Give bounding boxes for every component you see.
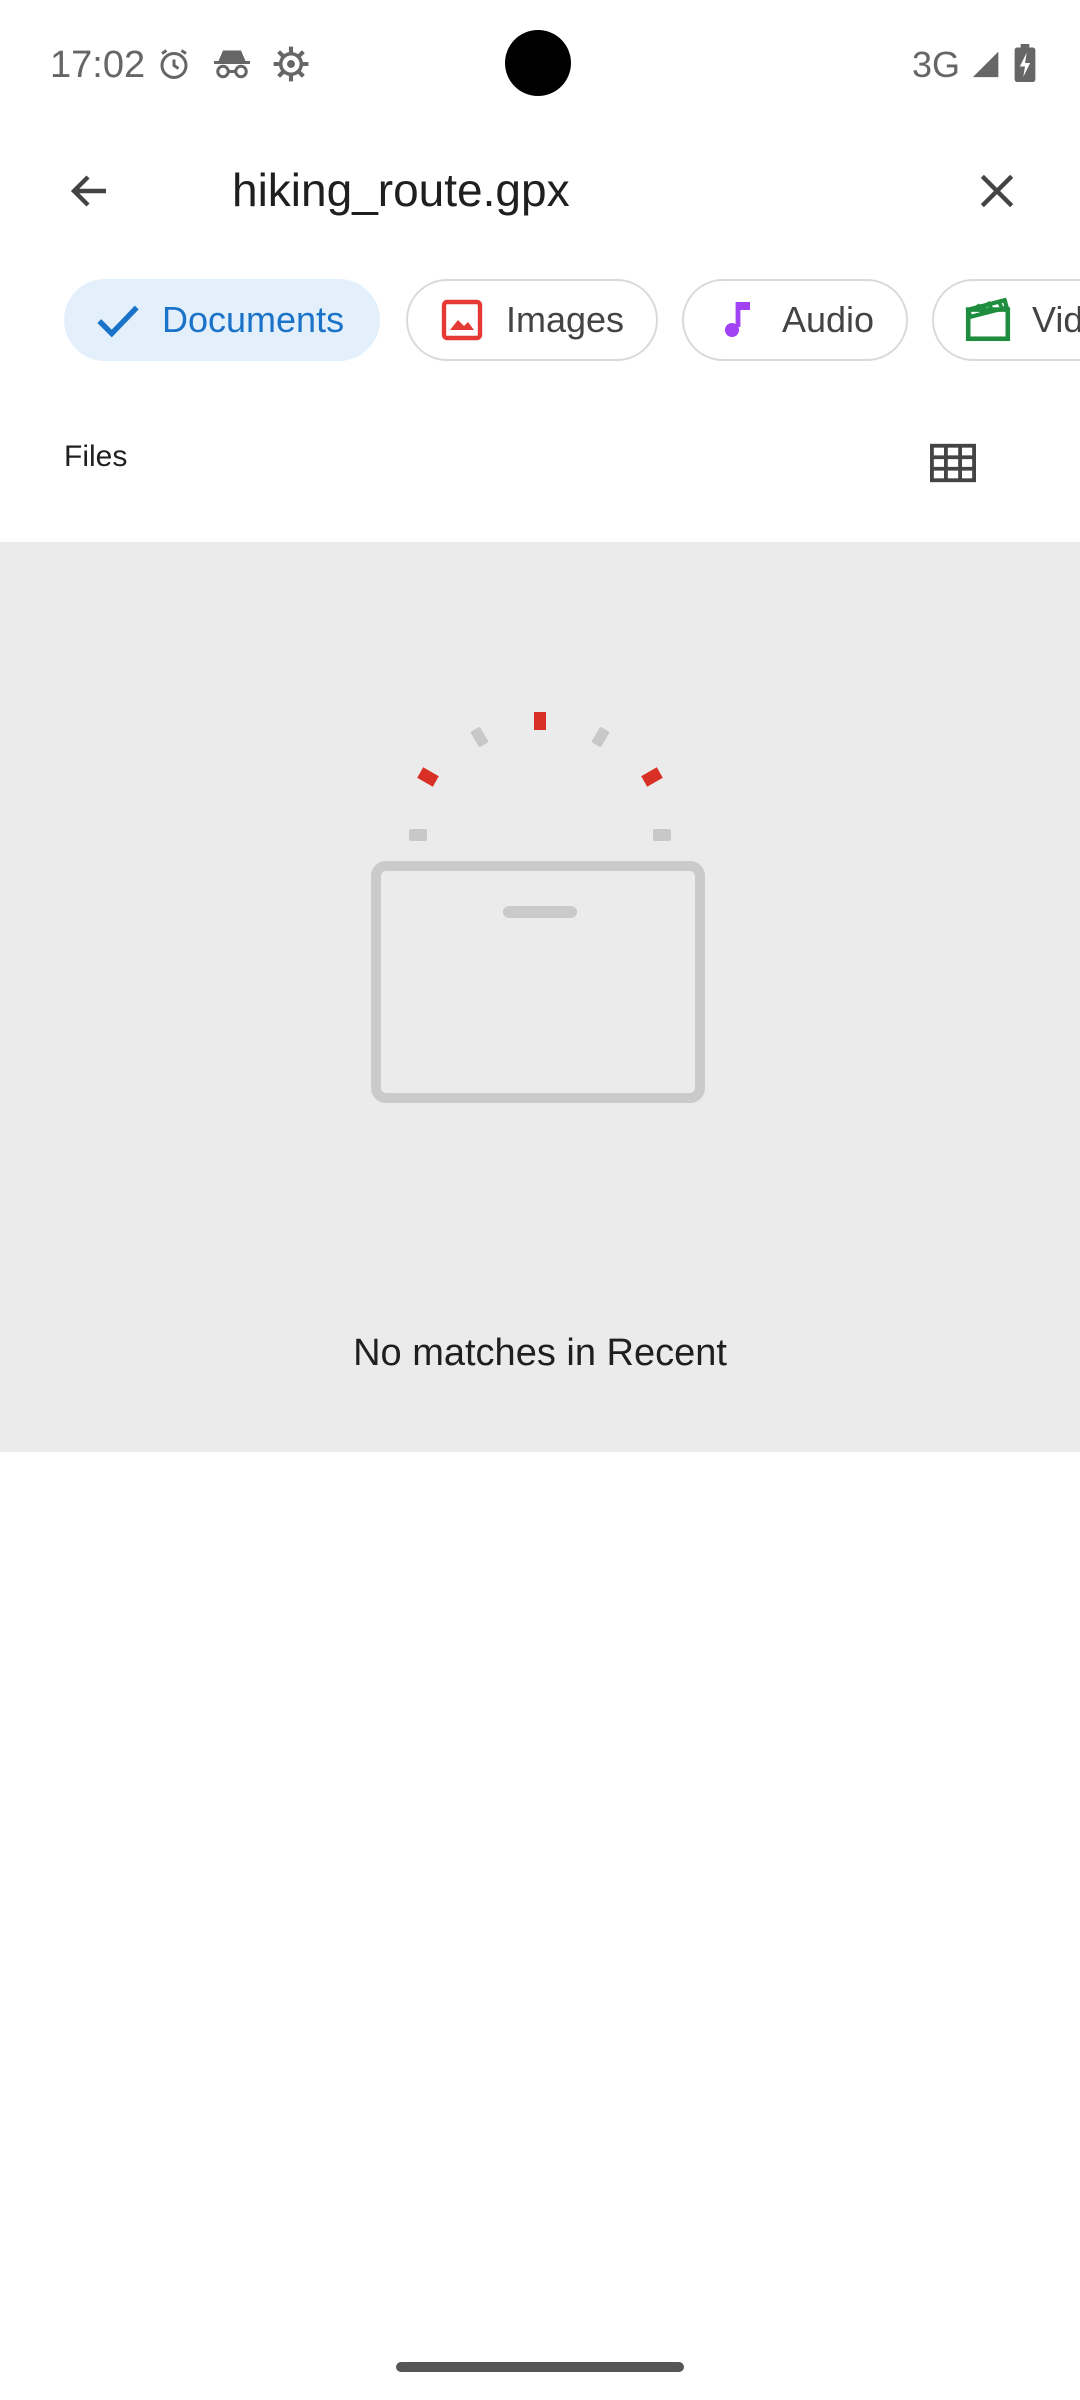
camera-cutout — [505, 30, 571, 96]
signal-icon — [970, 46, 1004, 85]
chip-images-label: Images — [506, 299, 625, 340]
empty-box-illustration — [360, 712, 720, 1137]
files-title: Files — [64, 440, 128, 473]
files-header: Files — [0, 384, 1080, 540]
battery-charging-icon — [1014, 43, 1036, 87]
chip-documents-label: Documents — [162, 299, 345, 340]
loading-dashes — [409, 712, 671, 841]
clear-search-button[interactable] — [934, 128, 1060, 254]
music-note-icon — [708, 296, 768, 344]
network-label: 3G — [911, 44, 960, 85]
settings-icon — [272, 45, 310, 83]
chip-images[interactable]: Images — [406, 279, 658, 361]
empty-state: No matches in Recent — [0, 542, 1080, 1452]
status-time: 17:02 — [50, 44, 146, 86]
arrow-back-icon — [70, 175, 106, 207]
filter-chips: Documents Images Audio Videos — [0, 258, 1080, 382]
empty-message: No matches in Recent — [353, 1332, 727, 1374]
incognito-icon — [212, 46, 252, 82]
search-input[interactable] — [210, 144, 932, 236]
chip-audio-label: Audio — [782, 299, 875, 340]
check-icon — [88, 295, 148, 345]
chip-audio[interactable]: Audio — [682, 279, 908, 361]
back-button[interactable] — [30, 128, 150, 254]
status-icons — [156, 45, 310, 83]
gesture-nav-handle[interactable] — [396, 2362, 684, 2372]
search-toolbar — [0, 128, 1080, 254]
chip-videos[interactable]: Videos — [932, 279, 1080, 361]
movie-icon — [958, 295, 1018, 345]
status-bar: 17:02 3G — [0, 0, 1080, 128]
chip-videos-label: Videos — [1032, 299, 1080, 340]
status-right: 3G — [912, 40, 1036, 90]
alarm-icon — [156, 46, 192, 82]
grid-view-toggle[interactable] — [890, 400, 1016, 526]
grid-view-icon — [930, 443, 976, 483]
chip-documents[interactable]: Documents — [64, 279, 380, 361]
close-icon — [980, 174, 1014, 208]
image-icon — [432, 296, 492, 344]
